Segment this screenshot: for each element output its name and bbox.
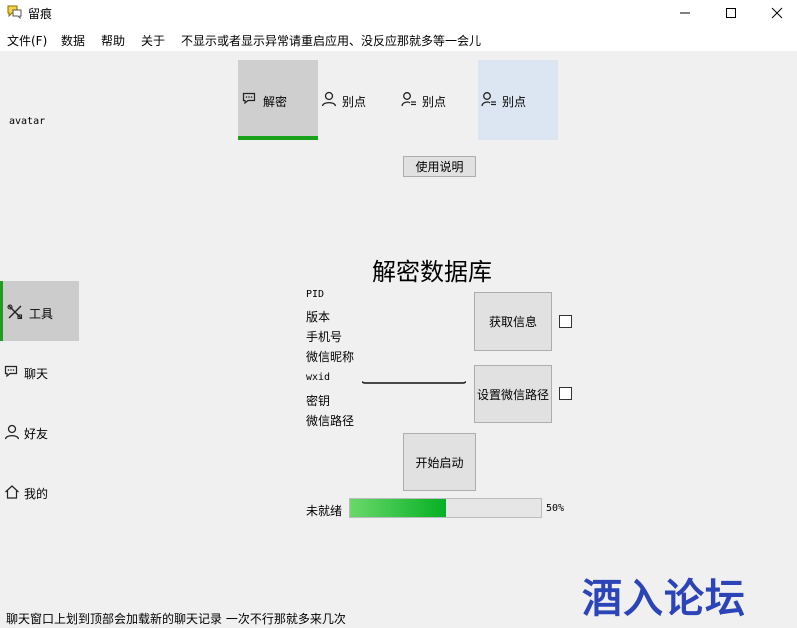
close-icon [771,7,783,19]
sidebar-item-friends[interactable]: 好友 [0,401,79,461]
label-pid: PID [306,289,325,300]
tools-icon [7,304,23,320]
label-nickname: 微信昵称 [306,350,355,364]
tab-selected-indicator [238,136,318,140]
menu-help[interactable]: 帮助 [101,32,125,49]
progress-bar [349,498,542,518]
person-icon [4,424,20,440]
sidebar-item-me[interactable]: 我的 [0,461,79,521]
avatar[interactable]: avatar [9,116,45,127]
close-button[interactable] [754,0,797,26]
sidebar-item-label: 工具 [29,307,54,321]
tab-dont-click-2[interactable]: 别点 [398,60,478,140]
maximize-icon [726,8,736,18]
start-button[interactable]: 开始启动 [403,433,476,491]
tab-decrypt[interactable]: 解密 [238,60,318,140]
home-icon [5,485,19,499]
maximize-button[interactable] [708,0,754,26]
tab-label: 别点 [422,95,447,109]
tab-dont-click-3[interactable]: 别点 [478,60,558,140]
sidebar-item-tools[interactable]: 工具 [0,281,79,341]
status-bar-hint: 聊天窗口上划到顶部会加载新的聊天记录 一次不行那就多来几次 [6,612,346,626]
menu-about[interactable]: 关于 [141,32,165,49]
label-version: 版本 [306,310,331,324]
set-path-checkbox[interactable] [559,387,572,400]
person-list-icon [401,92,416,107]
app-icon [7,5,22,19]
menu-notice[interactable]: 不显示或者显示异常请重启应用、没反应那就多等一会儿 [181,32,481,49]
minimize-icon [680,12,690,14]
usage-instructions-button[interactable]: 使用说明 [403,156,476,177]
minimize-button[interactable] [662,0,708,26]
label-key: 密钥 [306,394,331,408]
progress-fill [350,499,446,517]
person-list-icon [481,92,496,107]
sidebar-item-label: 聊天 [24,367,49,381]
wxid-value-underline [362,381,466,384]
sidebar-item-chat[interactable]: 聊天 [0,341,79,401]
label-phone: 手机号 [306,330,343,344]
chat-bubble-icon [242,92,256,105]
get-info-button[interactable]: 获取信息 [474,292,552,351]
sidebar-item-label: 我的 [24,487,49,501]
tab-label: 别点 [342,95,367,109]
page-title: 解密数据库 [372,258,492,286]
status-text: 未就绪 [306,504,343,518]
menu-data[interactable]: 数据 [61,32,85,49]
label-wechat-path: 微信路径 [306,414,355,428]
set-wechat-path-button[interactable]: 设置微信路径 [474,365,552,423]
get-info-checkbox[interactable] [559,315,572,328]
selected-indicator [0,281,3,341]
tab-label: 解密 [263,95,288,109]
menu-file[interactable]: 文件(F) [7,32,47,49]
person-icon [321,91,337,107]
forum-watermark: 酒入论坛 [582,576,746,622]
window-title: 留痕 [28,7,53,21]
label-wxid: wxid [306,372,331,383]
title-bar: 留痕 [0,0,797,26]
menu-bar: 文件(F) 数据 帮助 关于 不显示或者显示异常请重启应用、没反应那就多等一会儿 [0,26,797,51]
progress-percent: 50% [546,503,565,514]
tab-dont-click-1[interactable]: 别点 [318,60,398,140]
chat-bubble-icon [4,365,18,378]
tab-label: 别点 [502,95,527,109]
sidebar-item-label: 好友 [24,427,49,441]
